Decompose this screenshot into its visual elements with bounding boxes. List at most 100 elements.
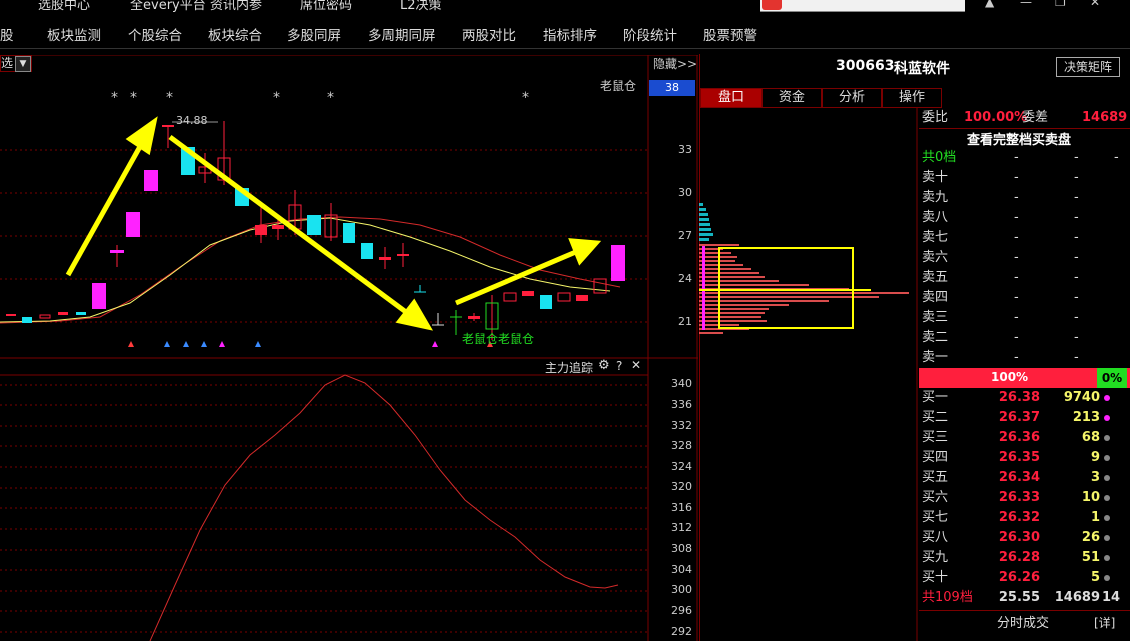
dash: - bbox=[1014, 150, 1019, 165]
buy-price: 26.38 bbox=[998, 390, 1040, 405]
sell-row: 卖八 - - bbox=[922, 208, 1128, 228]
help-icon[interactable]: ? bbox=[616, 359, 622, 373]
candle bbox=[22, 317, 32, 323]
dot-icon bbox=[1104, 435, 1110, 441]
top-item-l2[interactable]: L2决策 bbox=[400, 0, 442, 12]
ratio-bar: 100% 0% bbox=[919, 368, 1130, 388]
window-controls: ▲ — ❐ ✕ bbox=[980, 0, 1130, 12]
sell-row: 卖七 - - bbox=[922, 228, 1128, 248]
caret-up-icon[interactable]: ▲ bbox=[985, 0, 994, 9]
menu-stock[interactable]: 股 bbox=[0, 24, 14, 44]
trend-arrows bbox=[65, 116, 602, 331]
candle bbox=[144, 170, 158, 191]
buy-row: 买五 26.34 3 bbox=[922, 468, 1128, 488]
arrowhead-icon bbox=[125, 116, 158, 156]
buy-level-label: 买三 bbox=[922, 430, 949, 445]
buy-row: 买七 26.32 1 bbox=[922, 508, 1128, 528]
dash: - bbox=[1014, 270, 1019, 285]
menu-stage-stats[interactable]: 阶段统计 bbox=[623, 24, 677, 44]
buy-price: 26.30 bbox=[998, 530, 1040, 545]
buy-price: 26.37 bbox=[998, 410, 1040, 425]
dash: - bbox=[1074, 170, 1079, 185]
decision-matrix-button[interactable]: 决策矩阵 bbox=[1056, 57, 1120, 77]
tab-analysis[interactable]: 分析 bbox=[822, 88, 882, 108]
top-item-platform[interactable]: 全every平台 bbox=[130, 0, 206, 12]
main-chart-canvas bbox=[0, 55, 698, 641]
buy-row: 买四 26.35 9 bbox=[922, 448, 1128, 468]
lower-indicator-title: 主力追踪 bbox=[545, 361, 594, 375]
dash: - bbox=[1014, 310, 1019, 325]
full-order-book-link[interactable]: 查看完整档买卖盘 bbox=[967, 129, 1071, 148]
star-marker: * bbox=[522, 90, 529, 106]
sell-row: 卖三 - - bbox=[922, 308, 1128, 328]
trend-arrow-up-1 bbox=[65, 141, 145, 277]
candle bbox=[6, 314, 16, 316]
buy-level-label: 买一 bbox=[922, 390, 949, 405]
menu-multi-stock[interactable]: 多股同屏 bbox=[287, 24, 341, 44]
indicator-tick: 292 bbox=[671, 625, 692, 638]
wei-bi-row: 委比 100.00% 委差 14689 bbox=[922, 108, 1128, 128]
price-tick: 21 bbox=[678, 315, 692, 328]
tab-order-book[interactable]: 盘口 bbox=[700, 88, 762, 108]
signal-markers bbox=[128, 341, 493, 347]
close-icon[interactable]: ✕ bbox=[1090, 0, 1100, 9]
sell-level-label: 卖九 bbox=[922, 190, 949, 205]
buy-row: 买十 26.26 5 bbox=[922, 568, 1128, 588]
menu-stock-overview[interactable]: 个股综合 bbox=[128, 24, 182, 44]
buy-total-count: 14 bbox=[1102, 590, 1121, 605]
buy-price: 26.28 bbox=[998, 550, 1040, 565]
close-icon[interactable]: ✕ bbox=[631, 358, 641, 372]
buy-level-label: 买二 bbox=[922, 410, 949, 425]
menu-stock-alert[interactable]: 股票预警 bbox=[703, 24, 757, 44]
candle bbox=[576, 295, 588, 301]
minimize-icon[interactable]: — bbox=[1020, 0, 1032, 9]
dash: - bbox=[1074, 250, 1079, 265]
buy-total-price: 25.55 bbox=[998, 590, 1040, 605]
dash: - bbox=[1014, 290, 1019, 305]
menu-sector-overview[interactable]: 板块综合 bbox=[208, 24, 262, 44]
menu-sector-monitor[interactable]: 板块监测 bbox=[47, 24, 101, 44]
menu-indicator-sort[interactable]: 指标排序 bbox=[543, 24, 597, 44]
buy-level-label: 买五 bbox=[922, 470, 949, 485]
candle bbox=[611, 245, 625, 281]
dash: - bbox=[1014, 170, 1019, 185]
hide-panel-button[interactable]: 隐藏>> bbox=[653, 55, 697, 72]
top-item-news[interactable]: 资讯内参 bbox=[210, 0, 262, 12]
current-price-tag: 38 bbox=[649, 80, 695, 96]
candlesticks bbox=[6, 121, 625, 340]
dot-icon bbox=[1104, 415, 1110, 421]
dash: - bbox=[1074, 330, 1079, 345]
dot-icon bbox=[1104, 395, 1110, 401]
indicator-tick: 320 bbox=[671, 480, 692, 493]
dash: - bbox=[1014, 330, 1019, 345]
buy-row: 买二 26.37 213 bbox=[922, 408, 1128, 428]
indicator-tick: 316 bbox=[671, 501, 692, 514]
menu-compare[interactable]: 两股对比 bbox=[462, 24, 516, 44]
top-item-stock-center[interactable]: 选股中心 bbox=[38, 0, 90, 12]
dot-icon bbox=[1104, 555, 1110, 561]
restore-icon[interactable]: ❐ bbox=[1055, 0, 1066, 9]
gear-icon[interactable]: ⚙ bbox=[598, 358, 610, 373]
sogou-toolbar[interactable] bbox=[760, 0, 965, 12]
buy-volume: 68 bbox=[1081, 430, 1100, 445]
tab-funds[interactable]: 资金 bbox=[762, 88, 822, 108]
buy-volume: 9 bbox=[1090, 450, 1100, 465]
dash: - bbox=[1014, 230, 1019, 245]
dash: - bbox=[1014, 210, 1019, 225]
candle bbox=[162, 125, 174, 127]
dash: - bbox=[1074, 150, 1079, 165]
candle bbox=[503, 292, 517, 302]
tick-trades-title: 分时成交 bbox=[997, 616, 1050, 631]
mouse-position-label: 老鼠仓老鼠仓 bbox=[462, 332, 535, 346]
candle bbox=[361, 243, 373, 259]
indicator-tick: 300 bbox=[671, 583, 692, 596]
indicator-tick: 312 bbox=[671, 521, 692, 534]
buy-row: 买三 26.36 68 bbox=[922, 428, 1128, 448]
tab-operation[interactable]: 操作 bbox=[882, 88, 942, 108]
buy-price: 26.34 bbox=[998, 470, 1040, 485]
sell-row: 卖九 - - bbox=[922, 188, 1128, 208]
menu-multi-period[interactable]: 多周期同屏 bbox=[368, 24, 436, 44]
trend-arrow-up-2 bbox=[455, 248, 579, 306]
top-item-seat-code[interactable]: 席位密码 bbox=[300, 0, 352, 12]
tick-trades-detail-button[interactable]: [详] bbox=[1094, 614, 1115, 631]
